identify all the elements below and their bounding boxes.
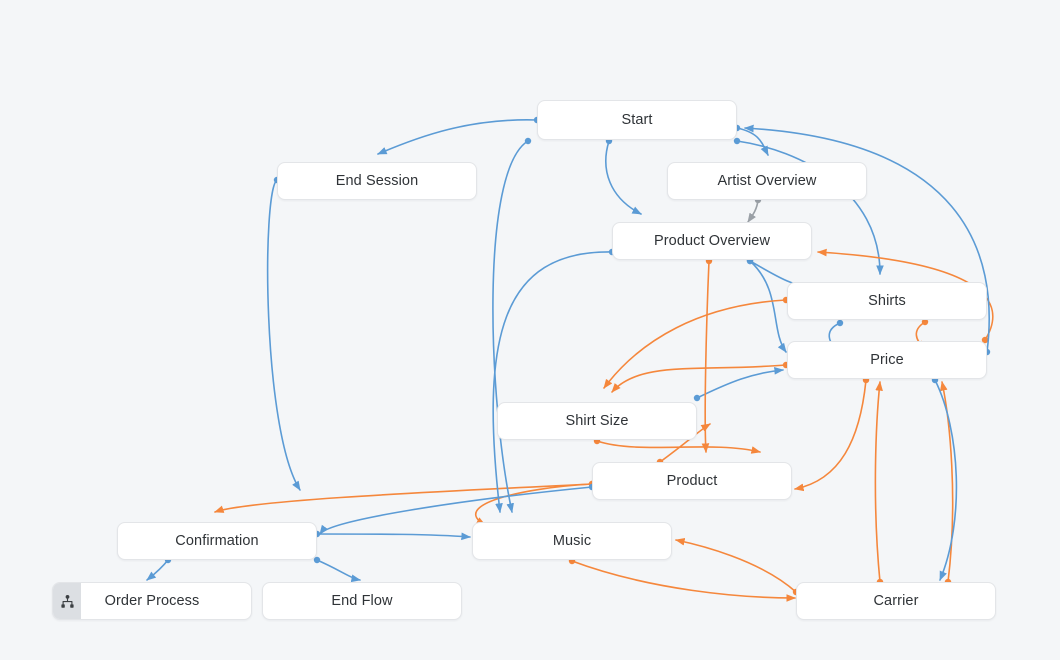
node-product-overview[interactable]: Product Overview — [612, 222, 812, 260]
node-label: Shirts — [868, 293, 906, 309]
hierarchy-icon[interactable] — [53, 583, 81, 619]
node-carrier[interactable]: Carrier — [796, 582, 996, 620]
diagram-canvas[interactable]: Start End Session Artist Overview Product O… — [0, 0, 1060, 660]
node-label: Shirt Size — [565, 413, 628, 429]
node-label: End Session — [336, 173, 419, 189]
node-end-session[interactable]: End Session — [277, 162, 477, 200]
node-label: Artist Overview — [718, 173, 817, 189]
node-label: End Flow — [331, 593, 392, 609]
node-layer: Start End Session Artist Overview Product O… — [0, 0, 1060, 660]
node-end-flow[interactable]: End Flow — [262, 582, 462, 620]
node-shirt-size[interactable]: Shirt Size — [497, 402, 697, 440]
node-product[interactable]: Product — [592, 462, 792, 500]
node-music[interactable]: Music — [472, 522, 672, 560]
node-label: Product Overview — [654, 233, 770, 249]
node-label: Carrier — [873, 593, 918, 609]
node-confirmation[interactable]: Confirmation — [117, 522, 317, 560]
node-artist-overview[interactable]: Artist Overview — [667, 162, 867, 200]
node-label: Start — [621, 112, 652, 128]
node-order-process[interactable]: Order Process — [52, 582, 252, 620]
node-label: Order Process — [81, 593, 251, 609]
node-label: Price — [870, 352, 904, 368]
node-price[interactable]: Price — [787, 341, 987, 379]
node-start[interactable]: Start — [537, 100, 737, 140]
node-shirts[interactable]: Shirts — [787, 282, 987, 320]
node-label: Music — [553, 533, 591, 549]
node-label: Product — [667, 473, 718, 489]
node-label: Confirmation — [175, 533, 258, 549]
